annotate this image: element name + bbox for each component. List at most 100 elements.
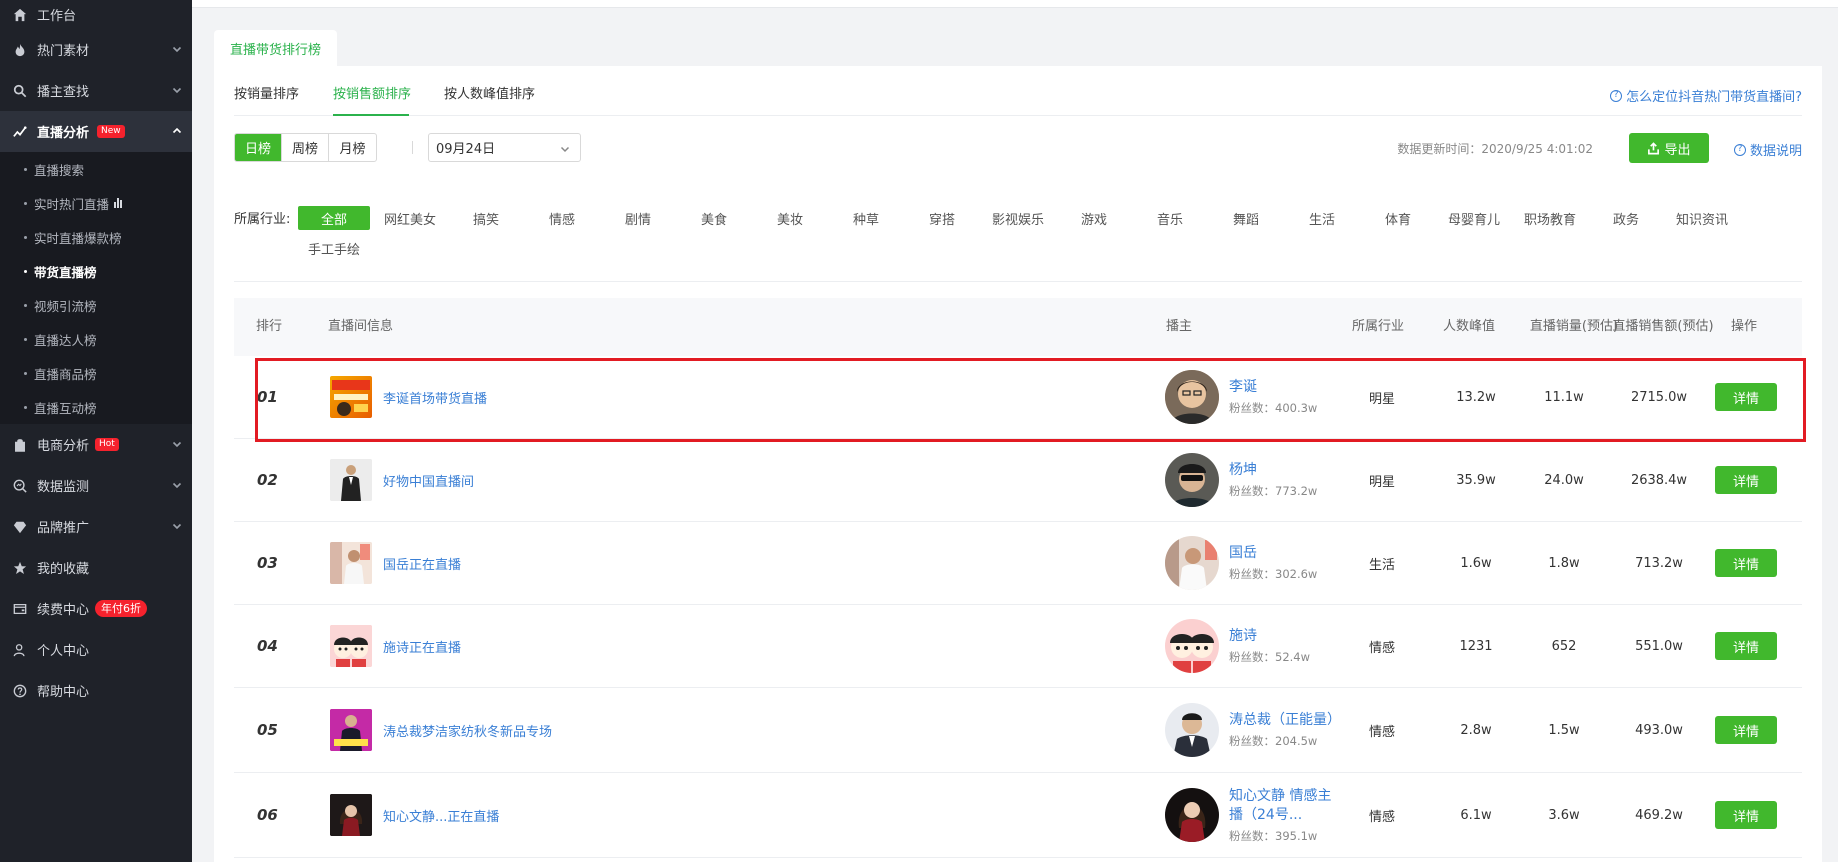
monitor-search-icon xyxy=(12,478,28,494)
period-week[interactable]: 周榜 xyxy=(282,134,329,161)
industry-option[interactable]: 穿搭 xyxy=(906,206,978,230)
filter-row: 日榜 周榜 月榜 09月24日 数据更新时间：2020/9/25 4:01:02… xyxy=(234,133,1802,163)
anchor-info: 施诗 粉丝数：52.4w xyxy=(1229,605,1339,687)
date-select[interactable]: 09月24日 xyxy=(428,133,581,162)
industry-option[interactable]: 情感 xyxy=(526,206,598,230)
anchor-avatar[interactable] xyxy=(1165,788,1219,842)
anchor-avatar[interactable] xyxy=(1165,703,1219,757)
sort-tab-peak[interactable]: 按人数峰值排序 xyxy=(444,83,535,102)
anchor-avatar[interactable] xyxy=(1165,370,1219,424)
industry-option[interactable]: 舞蹈 xyxy=(1210,206,1282,230)
nav-renew[interactable]: 续费中心 年付6折 xyxy=(0,588,192,629)
industry-option[interactable]: 搞笑 xyxy=(450,206,522,230)
nav-personal[interactable]: 个人中心 xyxy=(0,629,192,670)
sub-item-live-interaction[interactable]: 直播互动榜 xyxy=(0,390,192,424)
th-amount: 直播销售额(预估) xyxy=(1612,319,1714,334)
fans-prefix: 粉丝数： xyxy=(1229,734,1275,748)
industry-option[interactable]: 剧情 xyxy=(602,206,674,230)
sub-item-realtime-hot[interactable]: 实时热门直播 xyxy=(0,186,192,220)
sales-cell: 24.0w xyxy=(1544,472,1584,488)
room-title-link[interactable]: 李诞首场带货直播 xyxy=(383,356,487,438)
industry-option[interactable]: 体育 xyxy=(1362,206,1434,230)
industry-option[interactable]: 音乐 xyxy=(1134,206,1206,230)
period-month[interactable]: 月榜 xyxy=(329,134,376,161)
room-cover[interactable] xyxy=(330,542,372,584)
nav-brand[interactable]: 品牌推广 xyxy=(0,506,192,547)
industry-option[interactable]: 政务 xyxy=(1590,206,1662,230)
sub-item-live-search[interactable]: 直播搜索 xyxy=(0,152,192,186)
th-anchor: 播主 xyxy=(1166,319,1193,334)
anchor-name-link[interactable]: 施诗 xyxy=(1229,627,1339,646)
nav-help[interactable]: 帮助中心 xyxy=(0,670,192,711)
anchor-name-link[interactable]: 杨坤 xyxy=(1229,461,1339,480)
room-title-link[interactable]: 好物中国直播间 xyxy=(383,439,474,521)
industry-option[interactable]: 母婴育儿 xyxy=(1438,206,1510,230)
sub-item-video-traffic[interactable]: 视频引流榜 xyxy=(0,288,192,322)
ranking-table: 排行 直播间信息 播主 所属行业 人数峰值 直播销量(预估) 直播销售额(预估)… xyxy=(234,298,1802,858)
sort-tab-volume[interactable]: 按销量排序 xyxy=(234,83,299,102)
period-switch: 日榜 周榜 月榜 xyxy=(234,133,377,162)
industry-option[interactable]: 知识资讯 xyxy=(1666,206,1738,230)
nav-anchor-search[interactable]: 播主查找 xyxy=(0,70,192,111)
room-cover[interactable] xyxy=(330,794,372,836)
room-title-link[interactable]: 国岳正在直播 xyxy=(383,522,461,604)
anchor-name-link[interactable]: 涛总裁（正能量） xyxy=(1229,711,1341,730)
anchor-name-link[interactable]: 李诞 xyxy=(1229,378,1339,397)
room-title-link[interactable]: 施诗正在直播 xyxy=(383,605,461,687)
nav-label: 我的收藏 xyxy=(37,562,90,577)
sort-tab-amount[interactable]: 按销售额排序 xyxy=(333,83,411,102)
data-note-link[interactable]: ? 数据说明 xyxy=(1733,140,1802,159)
room-cover[interactable] xyxy=(330,459,372,501)
detail-button[interactable]: 详情 xyxy=(1715,632,1777,660)
chevron-down-icon xyxy=(172,438,182,448)
nav-live-analysis[interactable]: 直播分析 New xyxy=(0,111,192,152)
detail-button[interactable]: 详情 xyxy=(1715,383,1777,411)
room-title-link[interactable]: 知心文静...正在直播 xyxy=(383,773,499,857)
peak-cell: 35.9w xyxy=(1456,472,1496,488)
detail-button[interactable]: 详情 xyxy=(1715,466,1777,494)
sub-item-live-goods[interactable]: 直播商品榜 xyxy=(0,356,192,390)
industry-option[interactable]: 生活 xyxy=(1286,206,1358,230)
fans-prefix: 粉丝数： xyxy=(1229,484,1275,498)
nav-ecommerce[interactable]: 电商分析 Hot xyxy=(0,424,192,465)
help-link[interactable]: ? 怎么定位抖音热门带货直播间? xyxy=(1610,86,1802,105)
nav-label: 品牌推广 xyxy=(37,521,90,536)
sub-item-sales-ranking[interactable]: 带货直播榜 xyxy=(0,254,192,288)
anchor-name-link[interactable]: 知心文静 情感主播（24号... xyxy=(1229,787,1339,825)
sub-item-label: 视频引流榜 xyxy=(34,298,97,314)
industry-option[interactable]: 职场教育 xyxy=(1514,206,1586,230)
industry-option[interactable]: 全部 xyxy=(298,206,370,230)
nav-hot-material[interactable]: 热门素材 xyxy=(0,29,192,70)
industry-option[interactable]: 游戏 xyxy=(1058,206,1130,230)
industry-option[interactable]: 手工手绘 xyxy=(298,236,370,260)
room-title-link[interactable]: 涛总裁梦洁家纺秋冬新品专场 xyxy=(383,688,552,772)
detail-button[interactable]: 详情 xyxy=(1715,716,1777,744)
update-time: 数据更新时间：2020/9/25 4:01:02 xyxy=(1397,142,1593,156)
detail-button[interactable]: 详情 xyxy=(1715,549,1777,577)
anchor-avatar[interactable] xyxy=(1165,453,1219,507)
main-card: 按销量排序 按销售额排序 按人数峰值排序 ? 怎么定位抖音热门带货直播间? 日榜… xyxy=(214,66,1822,862)
nav-favorites[interactable]: 我的收藏 xyxy=(0,547,192,588)
anchor-name-link[interactable]: 国岳 xyxy=(1229,544,1339,563)
tab-sales-ranking[interactable]: 直播带货排行榜 xyxy=(214,30,337,66)
industry-option[interactable]: 美食 xyxy=(678,206,750,230)
anchor-avatar[interactable] xyxy=(1165,619,1219,673)
industry-option[interactable]: 网红美女 xyxy=(374,206,446,230)
industry-option[interactable]: 种草 xyxy=(830,206,902,230)
nav-workbench[interactable]: 工作台 xyxy=(0,0,192,29)
period-day[interactable]: 日榜 xyxy=(235,134,282,161)
room-cover[interactable] xyxy=(330,625,372,667)
sub-item-realtime-hit[interactable]: 实时直播爆款榜 xyxy=(0,220,192,254)
industry-option[interactable]: 美妆 xyxy=(754,206,826,230)
sub-item-live-talent[interactable]: 直播达人榜 xyxy=(0,322,192,356)
fans-count: 粉丝数：395.1w xyxy=(1229,828,1339,844)
sales-cell: 11.1w xyxy=(1544,389,1584,405)
nav-monitor[interactable]: 数据监测 xyxy=(0,465,192,506)
fans-count: 粉丝数：52.4w xyxy=(1229,649,1339,665)
room-cover[interactable] xyxy=(330,709,372,751)
anchor-avatar[interactable] xyxy=(1165,536,1219,590)
room-cover[interactable] xyxy=(330,376,372,418)
industry-option[interactable]: 影视娱乐 xyxy=(982,206,1054,230)
detail-button[interactable]: 详情 xyxy=(1715,801,1777,829)
export-button[interactable]: 导出 xyxy=(1629,133,1709,163)
